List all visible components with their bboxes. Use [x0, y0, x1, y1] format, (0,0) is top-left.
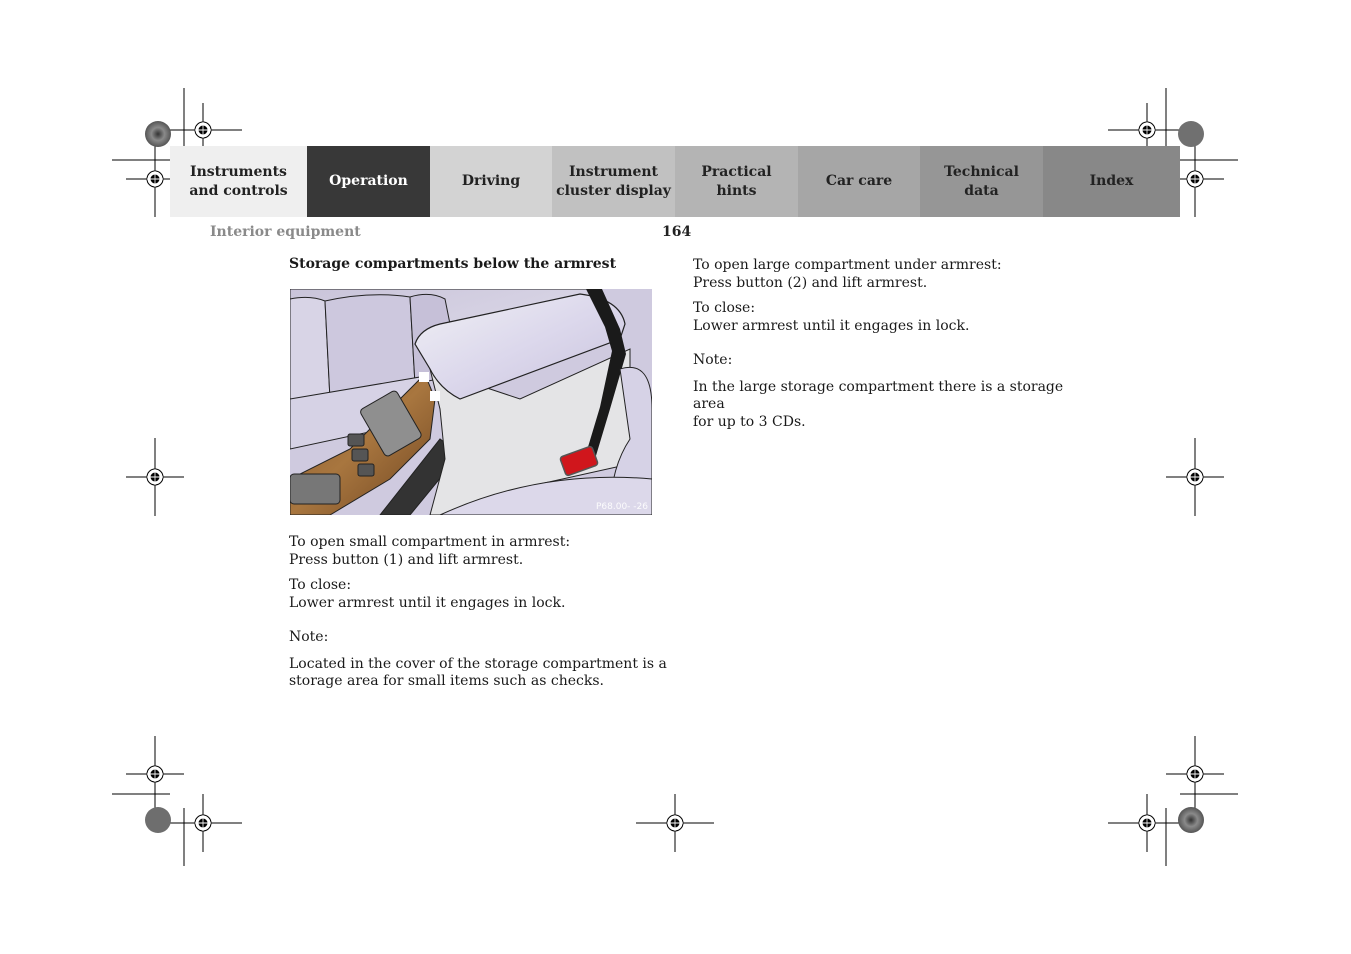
- armrest-illustration: P68.00- -26: [290, 289, 652, 515]
- tab-label-line1: Driving: [461, 173, 521, 189]
- gray-target-icon: [1178, 121, 1204, 147]
- section-title: Interior equipment: [210, 224, 361, 240]
- tab-label: Index: [1090, 172, 1134, 191]
- tab-label: Technical data: [944, 163, 1019, 201]
- open-large-text: Press button (2) and lift armrest.: [693, 274, 928, 291]
- tab-label-line1: Operation: [329, 173, 408, 189]
- note-text-line1: In the large storage compartment there i…: [693, 378, 1064, 413]
- close-large-text: Lower armrest until it engages in lock.: [693, 317, 970, 334]
- target-mark: [1186, 765, 1204, 783]
- registration-marks: [112, 88, 1238, 866]
- tab-label: Operation: [329, 172, 408, 191]
- tab-label: Instrument cluster display: [556, 163, 671, 201]
- tab-label-line2: data: [964, 182, 999, 199]
- tab-label-line1: Instruments: [190, 163, 287, 180]
- target-mark: [146, 170, 164, 188]
- open-large-label: To open large compartment under armrest:: [693, 257, 1002, 273]
- tab-label-line1: Index: [1089, 173, 1134, 189]
- note-label: Note:: [289, 629, 329, 645]
- close-small-text: Lower armrest until it engages in lock.: [289, 594, 566, 611]
- tab-label-line1: Technical: [944, 163, 1019, 180]
- figure-code: P68.00- -26: [595, 502, 648, 512]
- tab-operation[interactable]: Operation: [307, 146, 430, 217]
- note-text-line1: Located in the cover of the storage comp…: [289, 655, 667, 672]
- target-mark: [1186, 170, 1204, 188]
- tab-label: Instruments and controls: [189, 163, 287, 201]
- open-small-text: Press button (1) and lift armrest.: [289, 551, 524, 568]
- tab-label-line2: cluster display: [556, 182, 671, 199]
- target-mark: [146, 468, 164, 486]
- armrest-drawing: [290, 289, 652, 515]
- note-text-line2: for up to 3 CDs.: [693, 413, 806, 430]
- note-text-line2: storage area for small items such as che…: [289, 673, 604, 689]
- tab-label-line1: Car care: [825, 173, 893, 189]
- target-mark: [1138, 814, 1156, 832]
- open-small-label: To open small compartment in armrest:: [289, 534, 571, 550]
- tab-driving[interactable]: Driving: [430, 146, 552, 217]
- target-mark: [194, 121, 212, 139]
- tab-car-care[interactable]: Car care: [798, 146, 920, 217]
- page-number: 164: [662, 224, 692, 240]
- tab-label-line2: and controls: [189, 182, 288, 199]
- tab-label-line1: Instrument: [569, 163, 658, 180]
- target-mark: [666, 814, 684, 832]
- target-mark: [1186, 468, 1204, 486]
- tab-index[interactable]: Index: [1043, 146, 1180, 217]
- tab-label: Practical hints: [679, 163, 794, 201]
- star-target-icon: [1178, 807, 1204, 833]
- tab-instruments[interactable]: Instruments and controls: [170, 146, 307, 217]
- tab-practical-hints[interactable]: Practical hints: [675, 146, 798, 217]
- target-mark: [194, 814, 212, 832]
- target-mark: [1138, 121, 1156, 139]
- gray-target-icon: [145, 807, 171, 833]
- left-column: To open small compartment in armrest: Pr…: [289, 534, 669, 691]
- close-small-label: To close:: [289, 577, 352, 593]
- chapter-tabs: Instruments and controls Operation Driving I…: [170, 146, 1180, 217]
- tab-instrument[interactable]: Instrument cluster display: [552, 146, 675, 217]
- tab-label-line1: Practical hints: [701, 163, 772, 199]
- note-label: Note:: [693, 352, 733, 368]
- article-heading: Storage compartments below the armrest: [289, 256, 617, 272]
- star-target-icon: [145, 121, 171, 147]
- tab-label: Car care: [826, 172, 892, 191]
- tab-label: Driving: [462, 172, 520, 191]
- close-large-label: To close:: [693, 300, 756, 316]
- tab-technical[interactable]: Technical data: [920, 146, 1043, 217]
- right-column: To open large compartment under armrest:…: [693, 257, 1093, 431]
- target-mark: [146, 765, 164, 783]
